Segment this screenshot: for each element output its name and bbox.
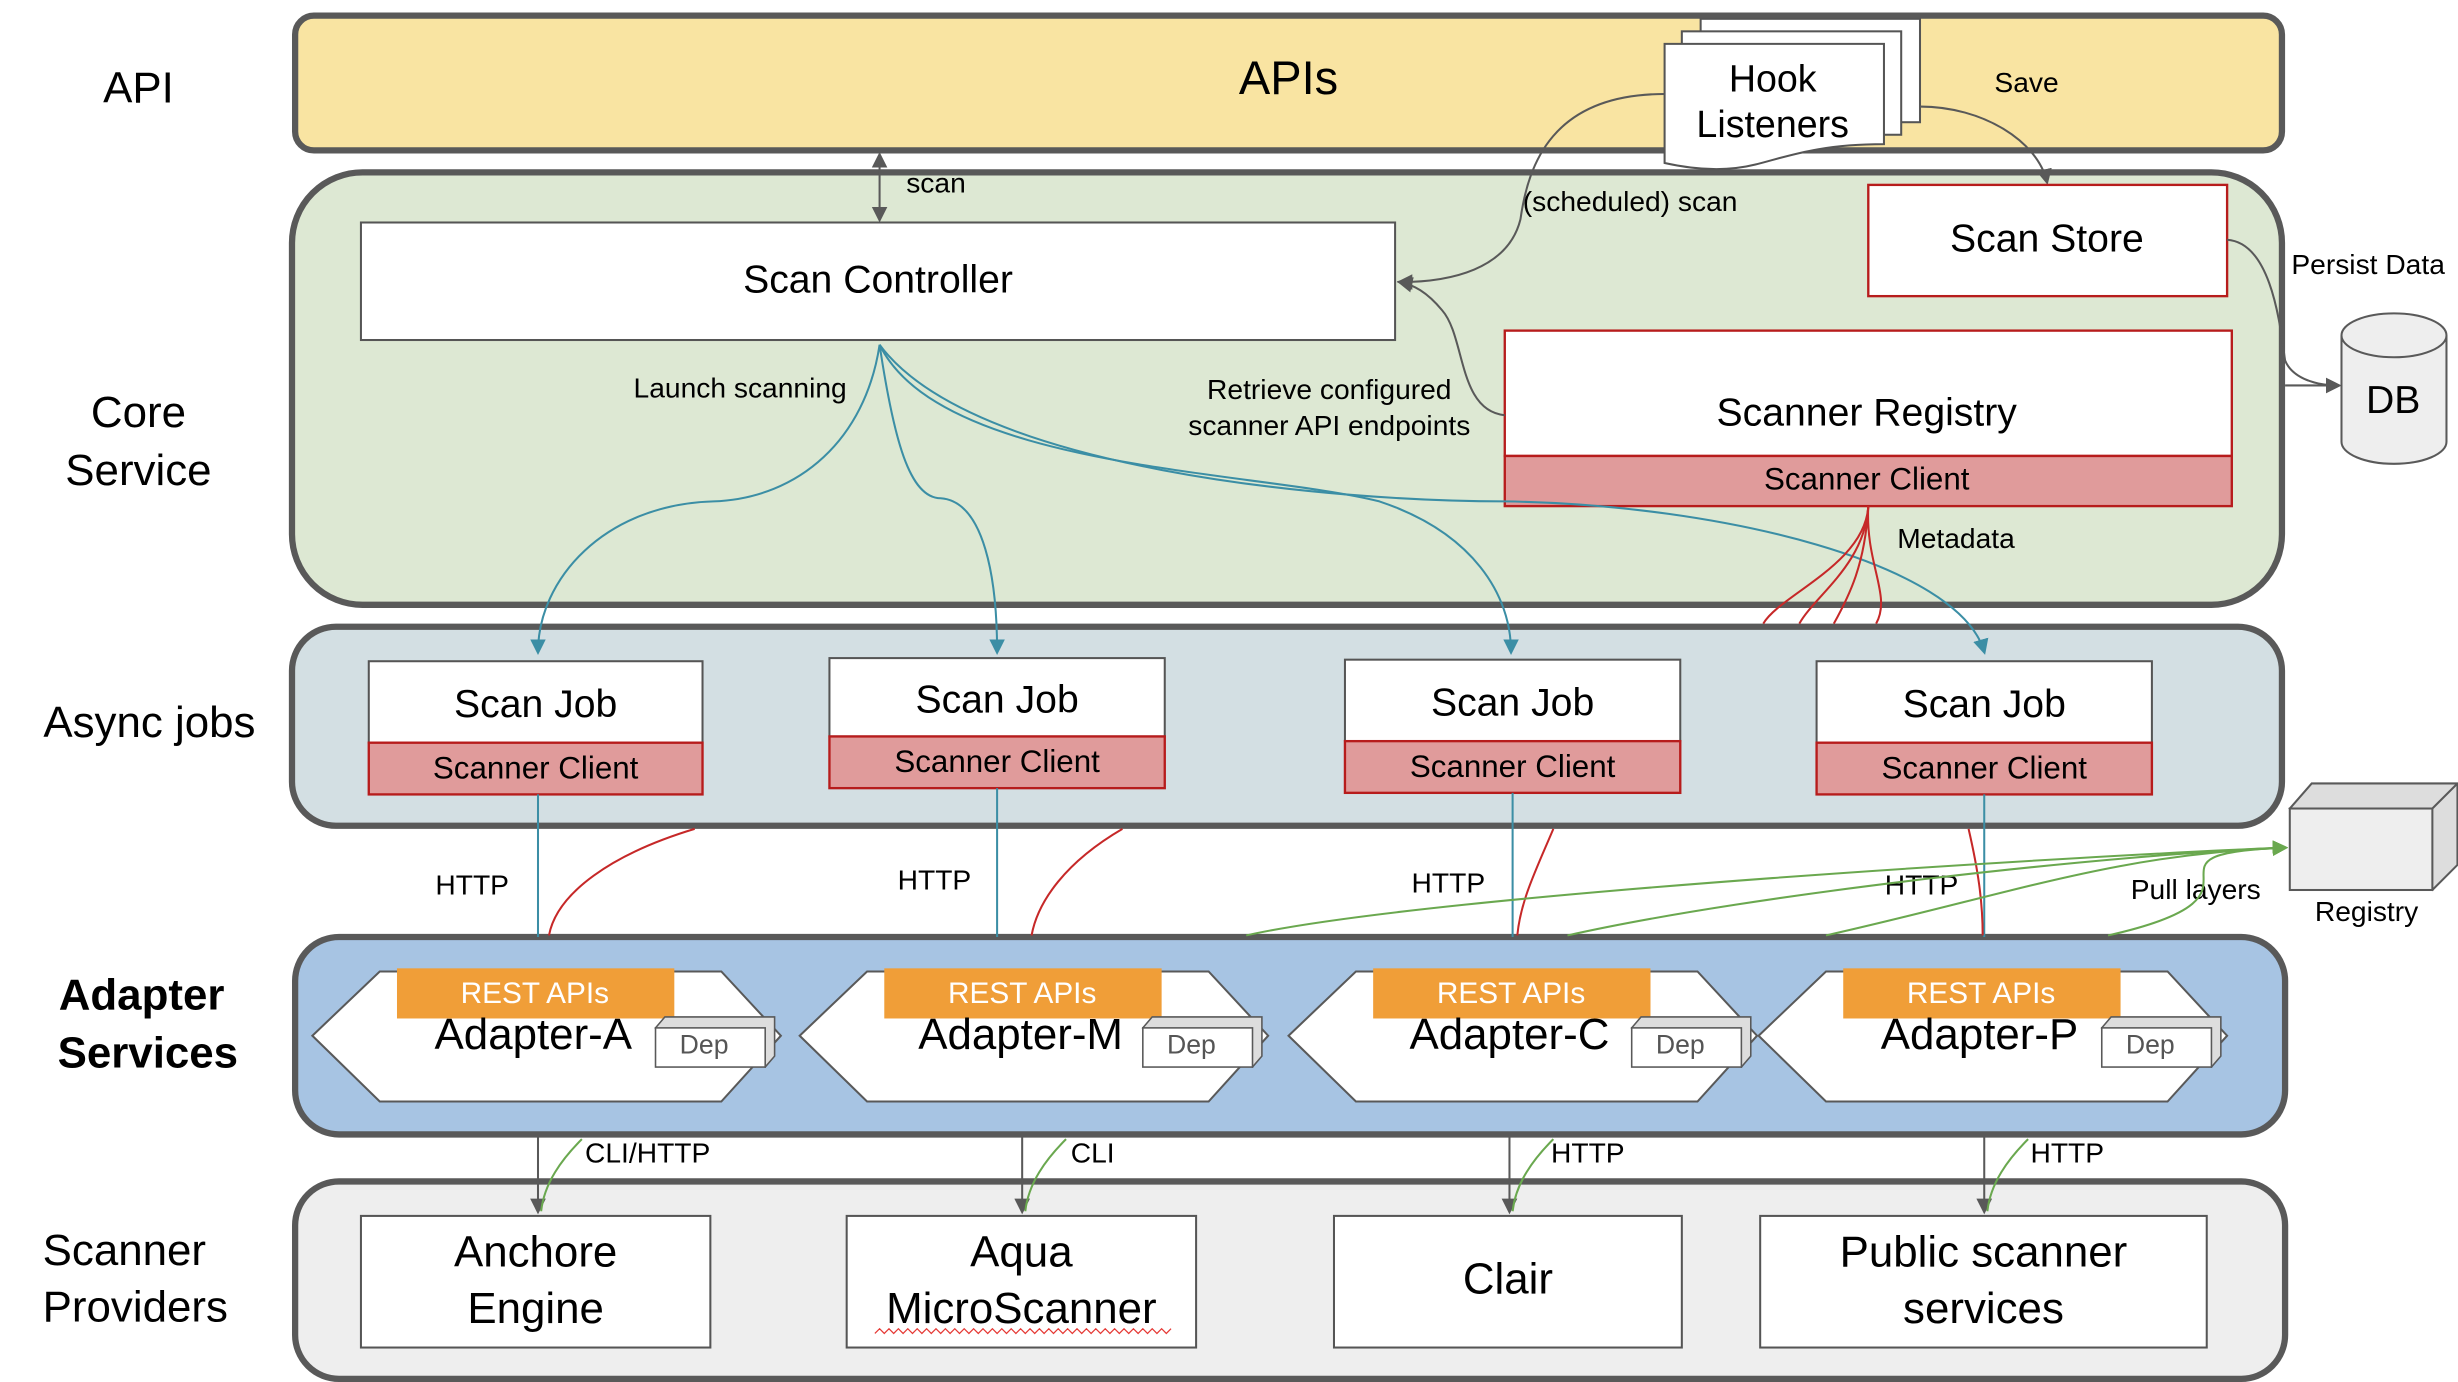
rest-api-label: REST APIs xyxy=(1437,977,1585,1010)
provider-name-2: MicroScanner xyxy=(886,1284,1157,1333)
http-label: HTTP xyxy=(435,868,509,900)
scan-job-label: Scan Job xyxy=(1431,681,1594,724)
scanner-client-link xyxy=(1516,828,1555,936)
protocol-label: CLI xyxy=(1071,1136,1115,1168)
adapter-name: Adapter-C xyxy=(1410,1010,1610,1059)
provider-name: Public scanner xyxy=(1840,1228,2128,1277)
rest-api-label: REST APIs xyxy=(461,977,609,1010)
hook-label: Hook xyxy=(1729,57,1817,99)
protocol-label: HTTP xyxy=(1551,1136,1625,1168)
rest-api-label: REST APIs xyxy=(948,977,1096,1010)
adapter-name: Adapter-M xyxy=(918,1010,1123,1059)
metadata-label: Metadata xyxy=(1897,522,2015,554)
http-label: HTTP xyxy=(1885,868,1959,900)
provider-name-2: services xyxy=(1903,1284,2064,1333)
retrieve-label-2: scanner API endpoints xyxy=(1188,409,1470,441)
scan-job-label: Scan Job xyxy=(915,678,1078,721)
save-label: Save xyxy=(1994,66,2058,98)
scanner-client-link xyxy=(1967,828,1984,936)
persist-data-label: Persist Data xyxy=(2291,248,2445,280)
dep-label: Dep xyxy=(1167,1030,1216,1060)
dep-label: Dep xyxy=(2126,1030,2175,1060)
job-scanner-client-label: Scanner Client xyxy=(894,744,1100,779)
layer-label-providers-2: Providers xyxy=(43,1283,228,1332)
dep-label: Dep xyxy=(1656,1030,1705,1060)
adapter-name: Adapter-A xyxy=(435,1010,633,1059)
registry-scanner-client-label: Scanner Client xyxy=(1764,461,1970,496)
layer-label-adapter: Adapter xyxy=(59,971,225,1020)
scan-job-label: Scan Job xyxy=(454,683,617,726)
provider-name-2: Engine xyxy=(467,1284,604,1333)
job-scanner-client-label: Scanner Client xyxy=(433,750,639,785)
layer-label-core: Core xyxy=(91,388,186,437)
dep-label: Dep xyxy=(680,1030,729,1060)
layer-label-providers: Scanner xyxy=(43,1226,206,1275)
layer-label-async: Async jobs xyxy=(43,698,255,747)
scan-store-label: Scan Store xyxy=(1950,218,2144,261)
apis-title: APIs xyxy=(1239,51,1338,104)
protocol-label: CLI/HTTP xyxy=(585,1136,710,1168)
scanner-client-link xyxy=(547,827,695,936)
scan-job-label: Scan Job xyxy=(1903,683,2066,726)
scan-controller-label: Scan Controller xyxy=(743,258,1013,301)
architecture-diagram: API Core Service Async jobs Adapter Serv… xyxy=(43,12,2458,1382)
provider-name: Clair xyxy=(1463,1254,1553,1303)
layer-label-api: API xyxy=(103,63,174,112)
http-label: HTTP xyxy=(1412,867,1486,899)
registry-label: Registry xyxy=(2315,895,2419,927)
http-label: HTTP xyxy=(898,864,972,896)
retrieve-label: Retrieve configured xyxy=(1207,373,1451,405)
hook-label-2: Listeners xyxy=(1696,103,1849,145)
layer-label-adapter-2: Services xyxy=(58,1029,238,1078)
db-cylinder: DB xyxy=(2340,312,2448,465)
rest-api-label: REST APIs xyxy=(1907,977,2055,1010)
scanner-registry-label: Scanner Registry xyxy=(1717,392,2018,435)
provider-name: Aqua xyxy=(970,1228,1073,1277)
adapter-name: Adapter-P xyxy=(1881,1010,2078,1059)
scan-label: scan xyxy=(906,166,966,198)
db-label: DB xyxy=(2366,379,2420,422)
protocol-label: HTTP xyxy=(2030,1136,2104,1168)
registry-cube xyxy=(2288,782,2458,892)
provider-name: Anchore xyxy=(454,1228,617,1277)
layer-label-core-2: Service xyxy=(65,446,211,495)
job-scanner-client-label: Scanner Client xyxy=(1882,750,2088,785)
scheduled-scan-label: (scheduled) scan xyxy=(1523,185,1738,217)
launch-scanning-label: Launch scanning xyxy=(634,372,847,404)
scanner-client-link xyxy=(1030,828,1123,936)
pull-layers-arrow xyxy=(1246,840,2289,937)
job-scanner-client-label: Scanner Client xyxy=(1410,749,1616,784)
